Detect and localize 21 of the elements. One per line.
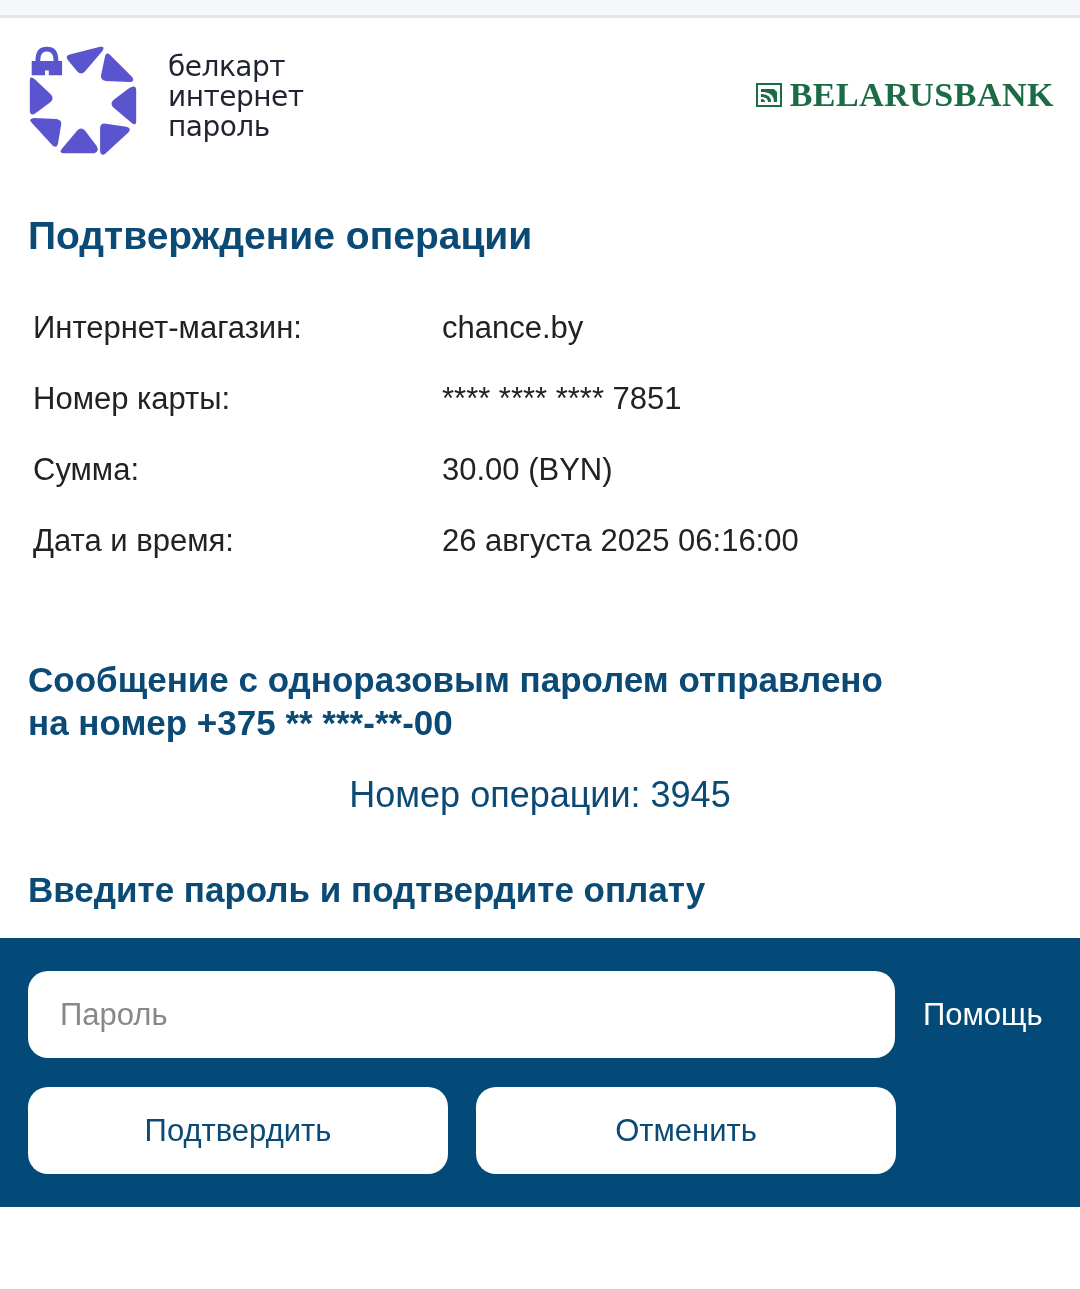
logo-text: пароль <box>168 112 270 142</box>
detail-label: Дата и время: <box>33 522 235 560</box>
sms-message: Сообщение с одноразовым паролем отправлено на номер +375 ** ***-**-00 <box>28 659 884 744</box>
operation-number: Номер операции: 3945 <box>349 774 731 816</box>
detail-label: Сумма: <box>33 451 141 489</box>
confirm-button[interactable]: Подтвердить <box>28 1087 448 1174</box>
detail-value: 26 августа 2025 06:16:00 <box>442 522 799 560</box>
detail-value: **** **** **** 7851 <box>442 380 682 418</box>
detail-label: Интернет-магазин: <box>33 309 303 347</box>
logo-text: интернет <box>168 82 304 112</box>
detail-value: chance.by <box>442 309 584 347</box>
prompt-heading: Введите пароль и подтвердите оплату <box>28 870 706 910</box>
page-title: Подтверждение операции <box>28 214 534 258</box>
detail-value: 30.00 (BYN) <box>442 451 613 489</box>
detail-label: Номер карты: <box>33 380 232 418</box>
bank-name: BELARUSBANK <box>789 76 1054 114</box>
help-link[interactable]: Помощь <box>923 996 1043 1033</box>
cancel-button[interactable]: Отменить <box>476 1087 896 1174</box>
password-field[interactable]: Пароль <box>28 971 895 1058</box>
logo-text: белкарт <box>168 52 286 82</box>
bank-logo-icon <box>755 83 782 107</box>
